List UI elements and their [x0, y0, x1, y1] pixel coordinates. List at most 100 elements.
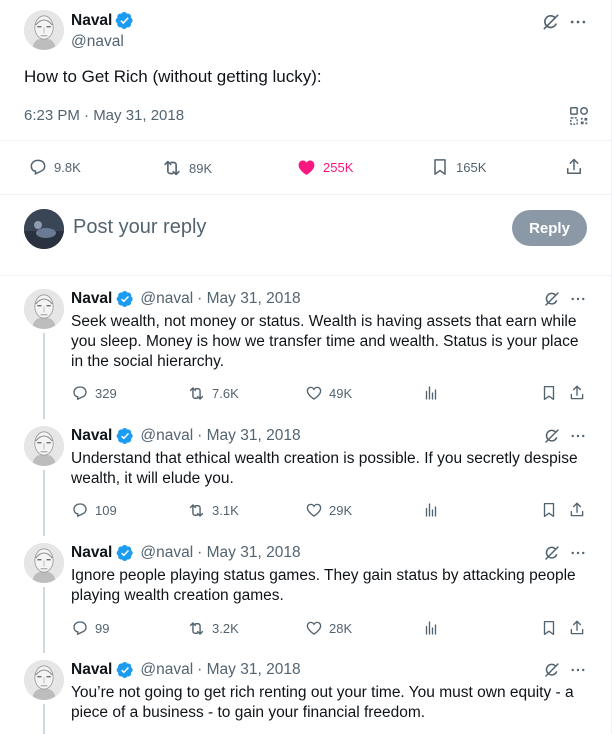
- heart-icon: [305, 384, 323, 402]
- more-options-icon[interactable]: [569, 427, 587, 445]
- thread-line: [43, 704, 45, 734]
- reply-like-action[interactable]: 28K: [305, 619, 352, 637]
- reply-header: Naval @naval · May 31, 2018: [71, 427, 301, 445]
- reply-text: Understand that ethical wealth creation …: [71, 450, 578, 487]
- more-options-icon[interactable]: [569, 661, 587, 679]
- main-divider-bottom: [0, 194, 612, 195]
- views-icon[interactable]: [422, 619, 440, 637]
- verified-badge-icon: [116, 427, 134, 445]
- reply-repost-count: 3.1K: [212, 503, 239, 518]
- thread-line: [43, 333, 45, 419]
- reply-text: Seek wealth, not money or status. Wealth…: [71, 313, 579, 370]
- reply-text: Ignore people playing status games. They…: [71, 567, 576, 604]
- share-icon[interactable]: [568, 384, 586, 402]
- thread-line: [43, 470, 45, 536]
- repost-icon: [161, 157, 183, 179]
- heart-icon: [305, 501, 323, 519]
- reply-repost-action[interactable]: 3.2K: [187, 619, 239, 638]
- reply-repost-action[interactable]: 7.6K: [187, 384, 239, 403]
- reply-repost-count: 3.2K: [212, 621, 239, 636]
- grok-icon[interactable]: [543, 661, 561, 679]
- verified-badge-icon: [115, 11, 134, 30]
- reply-reply-count: 99: [95, 620, 110, 636]
- share-icon[interactable]: [564, 157, 584, 177]
- reply-reply-count: 109: [95, 502, 117, 518]
- main-reply-action[interactable]: 9.8K: [28, 157, 81, 177]
- reply-date[interactable]: · May 31, 2018: [197, 427, 300, 445]
- reply-author-handle[interactable]: @naval: [140, 427, 193, 445]
- reply-avatar[interactable]: [24, 289, 64, 329]
- reply-icon: [71, 384, 89, 402]
- verified-badge-icon: [116, 661, 134, 679]
- main-post-text: How to Get Rich (without getting lucky):: [24, 67, 322, 86]
- reply-like-count: 49K: [329, 385, 353, 401]
- repost-icon: [187, 501, 206, 520]
- main-bookmark-count: 165K: [456, 159, 487, 175]
- reply-input[interactable]: Post your reply: [73, 216, 206, 239]
- bookmark-icon[interactable]: [540, 501, 558, 519]
- heart-filled-icon: [296, 157, 317, 178]
- reply-icon: [28, 157, 48, 177]
- bookmark-icon[interactable]: [540, 384, 558, 402]
- bookmark-icon[interactable]: [540, 619, 558, 637]
- repost-icon: [187, 384, 206, 403]
- reply-header: Naval @naval · May 31, 2018: [71, 661, 301, 679]
- repost-icon: [187, 619, 206, 638]
- grok-icon[interactable]: [541, 12, 561, 32]
- views-icon[interactable]: [422, 384, 440, 402]
- main-author-name[interactable]: Naval: [71, 12, 112, 30]
- reply-avatar[interactable]: [24, 426, 64, 466]
- qr-code-icon[interactable]: [568, 105, 590, 127]
- reply-avatar[interactable]: [24, 543, 64, 583]
- main-avatar[interactable]: [24, 10, 64, 50]
- reply-icon: [71, 501, 89, 519]
- reply-reply-action[interactable]: 99: [71, 619, 109, 637]
- views-icon[interactable]: [422, 501, 440, 519]
- reply-like-action[interactable]: 49K: [305, 384, 352, 402]
- grok-icon[interactable]: [543, 544, 561, 562]
- main-post-timestamp[interactable]: 6:23 PM · May 31, 2018: [24, 107, 184, 124]
- reply-author-handle[interactable]: @naval: [140, 661, 193, 679]
- composer-divider: [0, 275, 612, 276]
- share-icon[interactable]: [568, 619, 586, 637]
- reply-header: Naval @naval · May 31, 2018: [71, 544, 301, 562]
- main-author-handle[interactable]: @naval: [71, 33, 124, 51]
- reply-author-name[interactable]: Naval: [71, 661, 112, 679]
- reply-repost-action[interactable]: 3.1K: [187, 501, 239, 520]
- reply-button[interactable]: Reply: [512, 210, 587, 246]
- reply-header: Naval @naval · May 31, 2018: [71, 290, 301, 308]
- thread-line: [43, 587, 45, 653]
- reply-author-name[interactable]: Naval: [71, 290, 112, 308]
- main-bookmark-action[interactable]: 165K: [430, 157, 486, 177]
- main-author-row: Naval: [71, 11, 134, 30]
- main-divider-top: [0, 140, 612, 141]
- grok-icon[interactable]: [543, 427, 561, 445]
- more-options-icon[interactable]: [568, 12, 588, 32]
- composer-avatar[interactable]: [24, 209, 64, 249]
- reply-author-name[interactable]: Naval: [71, 544, 112, 562]
- reply-repost-count: 7.6K: [212, 386, 239, 401]
- reply-reply-count: 329: [95, 385, 117, 401]
- reply-author-handle[interactable]: @naval: [140, 290, 193, 308]
- grok-icon[interactable]: [543, 290, 561, 308]
- reply-avatar[interactable]: [24, 660, 64, 700]
- bookmark-icon: [430, 157, 450, 177]
- main-like-count: 255K: [323, 160, 354, 175]
- verified-badge-icon: [116, 290, 134, 308]
- reply-like-count: 28K: [329, 620, 353, 636]
- share-icon[interactable]: [568, 501, 586, 519]
- reply-reply-action[interactable]: 329: [71, 384, 117, 402]
- more-options-icon[interactable]: [569, 290, 587, 308]
- reply-icon: [71, 619, 89, 637]
- reply-date[interactable]: · May 31, 2018: [197, 544, 300, 562]
- main-repost-action[interactable]: 89K: [161, 157, 212, 179]
- reply-date[interactable]: · May 31, 2018: [197, 661, 300, 679]
- main-like-action[interactable]: 255K: [296, 157, 353, 178]
- reply-like-action[interactable]: 29K: [305, 501, 352, 519]
- main-repost-count: 89K: [189, 160, 213, 176]
- more-options-icon[interactable]: [569, 544, 587, 562]
- reply-author-handle[interactable]: @naval: [140, 544, 193, 562]
- reply-reply-action[interactable]: 109: [71, 501, 117, 519]
- reply-author-name[interactable]: Naval: [71, 427, 112, 445]
- reply-date[interactable]: · May 31, 2018: [197, 290, 300, 308]
